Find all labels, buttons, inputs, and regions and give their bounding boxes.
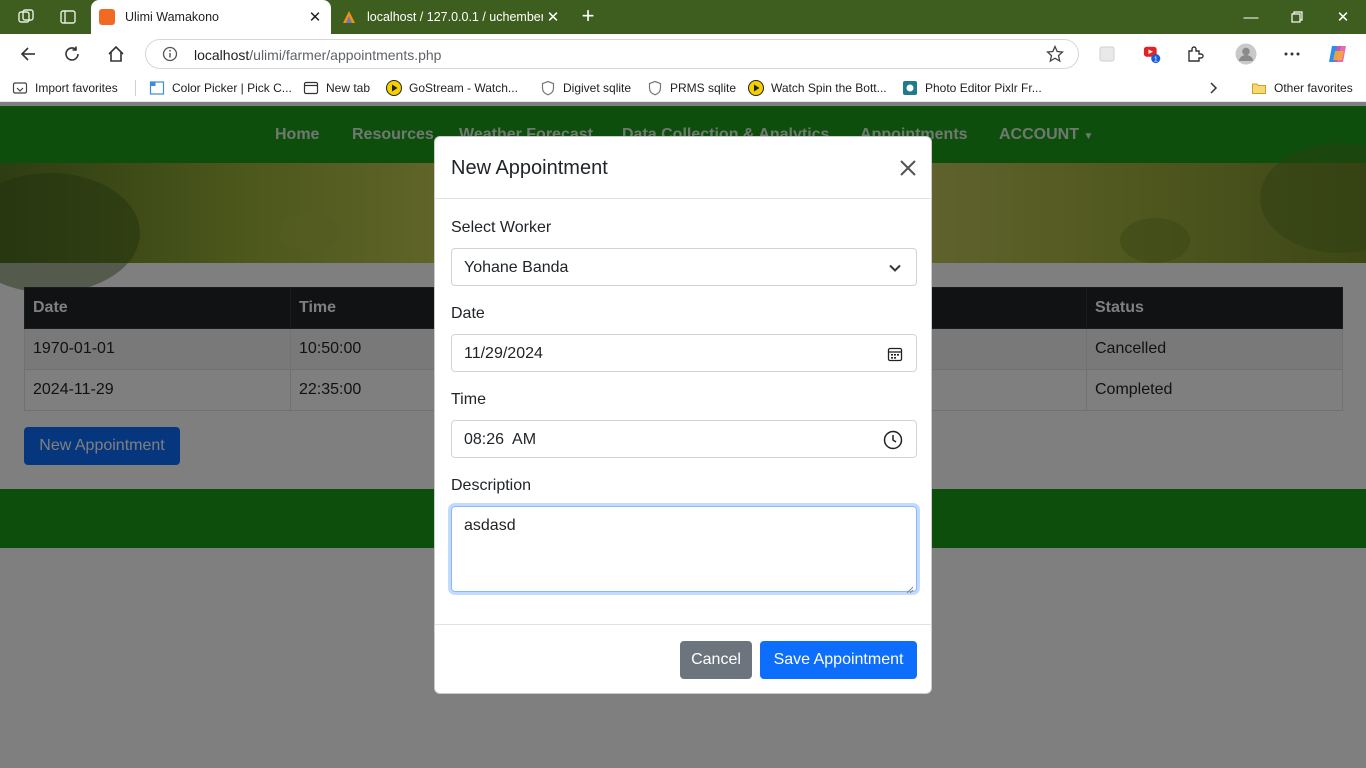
favorite-import[interactable]: Import favorites — [12, 79, 118, 97]
tab-phpmyadmin[interactable]: localhost / 127.0.0.1 / uchembere ✕ — [333, 0, 569, 34]
worker-label: Select Worker — [451, 219, 552, 236]
newtab-icon — [303, 80, 319, 96]
favorite-label: Other favorites — [1274, 81, 1353, 95]
favorite-gostream[interactable]: GoStream - Watch... — [386, 79, 518, 97]
description-value: asdasd — [464, 517, 516, 534]
site-info-icon[interactable] — [162, 46, 178, 62]
browser-toolbar: localhost/ulimi/farmer/appointments.php … — [0, 34, 1366, 74]
play-icon — [386, 80, 402, 96]
favorite-color-picker[interactable]: Color Picker | Pick C... — [149, 79, 292, 97]
play-icon — [748, 80, 764, 96]
import-icon — [12, 80, 28, 96]
worker-select[interactable]: Yohane Banda — [451, 248, 917, 286]
pixlr-icon — [902, 80, 918, 96]
favorite-new-tab[interactable]: New tab — [303, 79, 370, 97]
workspaces-icon[interactable] — [16, 7, 36, 27]
time-input[interactable]: 08:26 AM — [451, 420, 917, 458]
home-icon[interactable] — [104, 42, 128, 66]
profile-avatar-icon[interactable] — [1234, 42, 1258, 66]
color-picker-icon — [149, 80, 165, 96]
copilot-icon[interactable] — [1326, 42, 1350, 66]
extension-disabled-icon[interactable] — [1097, 44, 1117, 64]
favorite-label: Watch Spin the Bott... — [771, 81, 887, 95]
close-window-icon[interactable]: ✕ — [1320, 0, 1366, 34]
date-input-value: 11/29/2024 — [464, 345, 543, 362]
favorite-label: New tab — [326, 81, 371, 95]
favorite-prms[interactable]: PRMS sqlite — [647, 79, 736, 97]
modal-footer: Cancel Save Appointment — [435, 624, 931, 694]
shield-icon — [540, 80, 556, 96]
tab-ulimi-wamakono[interactable]: Ulimi Wamakono ✕ — [91, 0, 331, 34]
favorite-digivet[interactable]: Digivet sqlite — [540, 79, 631, 97]
svg-text:1: 1 — [1154, 54, 1158, 63]
minimize-icon[interactable]: — — [1228, 0, 1274, 34]
xampp-favicon-icon — [99, 9, 115, 25]
vertical-tabs-icon[interactable] — [58, 7, 78, 27]
extensions-puzzle-icon[interactable] — [1185, 44, 1205, 64]
description-label: Description — [451, 477, 532, 494]
favorite-star-icon[interactable] — [1045, 44, 1065, 63]
phpmyadmin-favicon-icon — [341, 9, 357, 25]
modal-title: New Appointment — [451, 157, 608, 179]
favorites-bar: Import favorites Color Picker | Pick C..… — [0, 74, 1366, 102]
date-input[interactable]: 11/29/2024 — [451, 334, 917, 372]
chevron-down-icon — [886, 259, 904, 277]
restore-icon[interactable] — [1274, 0, 1320, 34]
url-text: localhost/ulimi/farmer/appointments.php — [194, 47, 442, 63]
worker-select-value: Yohane Banda — [464, 259, 569, 276]
date-label: Date — [451, 305, 485, 322]
close-tab-icon[interactable]: ✕ — [543, 8, 563, 26]
favorite-label: Import favorites — [35, 81, 118, 95]
new-tab-icon[interactable]: + — [577, 5, 599, 27]
other-favorites[interactable]: Other favorites — [1251, 79, 1353, 97]
favorite-label: GoStream - Watch... — [409, 81, 518, 95]
refresh-icon[interactable] — [60, 42, 84, 66]
tab-title: localhost / 127.0.0.1 / uchembere — [367, 10, 543, 24]
favorite-label: PRMS sqlite — [670, 81, 737, 95]
favorite-label: Digivet sqlite — [563, 81, 632, 95]
calendar-icon[interactable] — [886, 345, 904, 363]
address-bar[interactable]: localhost/ulimi/farmer/appointments.php — [145, 39, 1079, 69]
tab-title: Ulimi Wamakono — [125, 10, 220, 24]
cancel-button[interactable]: Cancel — [680, 641, 752, 679]
browser-tab-bar: Ulimi Wamakono ✕ localhost / 127.0.0.1 /… — [0, 0, 1366, 34]
close-tab-icon[interactable]: ✕ — [305, 8, 325, 26]
shield-icon — [647, 80, 663, 96]
time-input-value: 08:26 AM — [464, 431, 537, 448]
save-appointment-button[interactable]: Save Appointment — [760, 641, 917, 679]
resize-handle-icon[interactable] — [906, 581, 914, 594]
favorites-more-chevron-icon[interactable] — [1206, 79, 1220, 97]
new-appointment-modal: New Appointment Select Worker Yohane Ban… — [434, 136, 932, 694]
close-icon[interactable] — [898, 158, 918, 178]
folder-icon — [1251, 80, 1267, 96]
more-options-icon[interactable] — [1282, 44, 1302, 64]
favorites-divider — [135, 80, 136, 96]
back-icon[interactable] — [16, 42, 40, 66]
favorite-spin-the-bottle[interactable]: Watch Spin the Bott... — [748, 79, 887, 97]
clock-icon[interactable] — [883, 430, 903, 450]
favorite-label: Photo Editor Pixlr Fr... — [925, 81, 1042, 95]
favorite-pixlr[interactable]: Photo Editor Pixlr Fr... — [902, 79, 1042, 97]
description-textarea[interactable]: asdasd — [451, 506, 917, 594]
time-label: Time — [451, 391, 486, 408]
favorite-label: Color Picker | Pick C... — [172, 81, 292, 95]
youtube-extension-icon[interactable]: 1 — [1143, 44, 1163, 64]
modal-header: New Appointment — [435, 137, 931, 199]
